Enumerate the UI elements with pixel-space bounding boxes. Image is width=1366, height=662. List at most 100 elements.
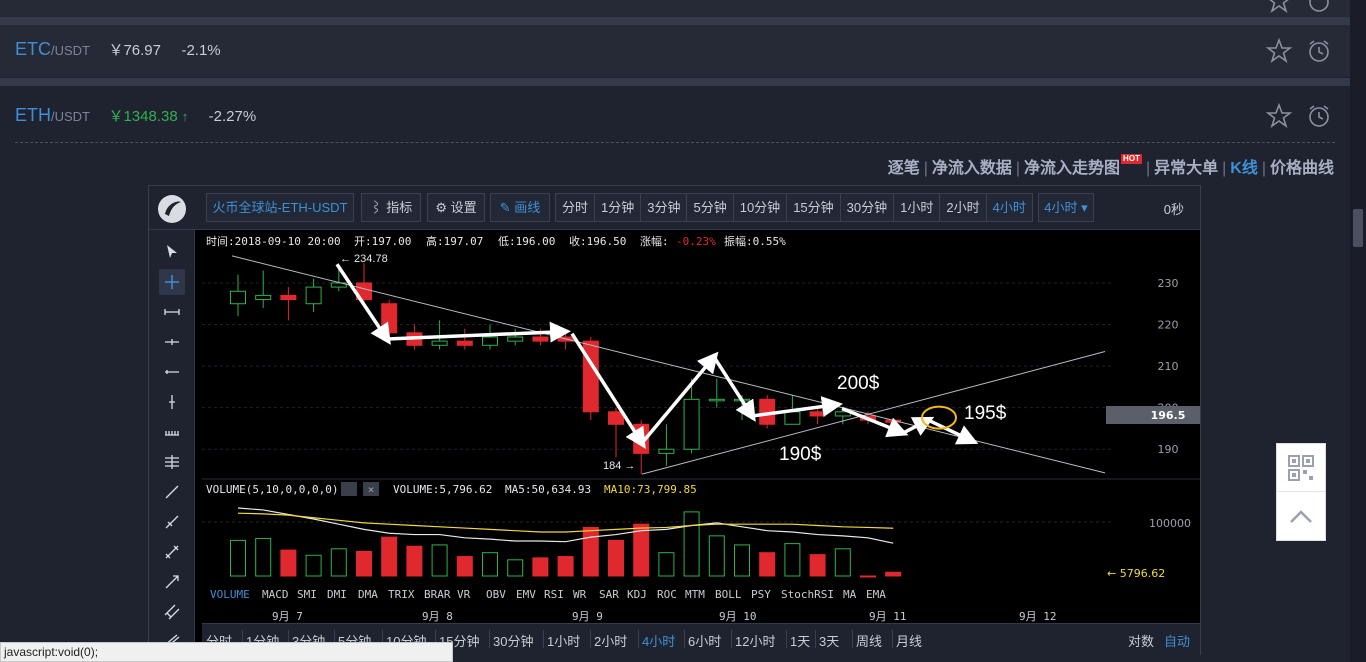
cursor-tool[interactable]: [159, 239, 185, 265]
link-kline[interactable]: K线: [1230, 160, 1258, 177]
ray-diag-tool[interactable]: [159, 509, 185, 535]
indicator-tab-emv[interactable]: EMV: [516, 588, 536, 601]
channel-tool[interactable]: [159, 599, 185, 625]
bottom-tab-8[interactable]: 2小时: [594, 631, 627, 650]
star-icon[interactable]: [1266, 103, 1292, 129]
indicator-tab-ema[interactable]: EMA: [866, 588, 886, 601]
volume-bar: [683, 511, 700, 577]
bottom-tab-11[interactable]: 12小时: [735, 631, 775, 650]
kline-chart[interactable]: 时间:2018-09-10 20:00 开:197.00 高:197.07 低:…: [202, 230, 1200, 584]
indicator-tab-roc[interactable]: ROC: [657, 588, 677, 601]
browser-status-bar: javascript:void(0);: [0, 642, 453, 662]
market-select[interactable]: 火币全球站-ETH-USDT: [206, 193, 354, 222]
alarm-clock-icon[interactable]: [1306, 103, 1332, 129]
indicator-tab-dma[interactable]: DMA: [358, 588, 378, 601]
interval-dropdown-label: 4小时: [1044, 200, 1078, 215]
pair-row-etc[interactable]: ETC/USDT ￥76.97 -2.1%: [0, 25, 1350, 77]
info-open: 开:197.00: [354, 235, 411, 248]
arrow-tool[interactable]: [159, 569, 185, 595]
pair-symbol[interactable]: ETH: [15, 105, 51, 125]
indicator-tab-sar[interactable]: SAR: [599, 588, 619, 601]
bottom-tab-13[interactable]: 3天: [819, 631, 839, 650]
candle-body: [482, 336, 498, 346]
ray-tool[interactable]: [159, 329, 185, 355]
date-tick: 9月 11: [869, 610, 907, 623]
trend-line-tool[interactable]: [159, 479, 185, 505]
star-icon[interactable]: [1266, 0, 1292, 14]
bottom-tab-7[interactable]: 1小时: [547, 631, 580, 650]
interval-1[interactable]: 1分钟: [595, 194, 642, 221]
auto-scale-toggle[interactable]: 自动: [1164, 631, 1190, 650]
interval-8[interactable]: 2小时: [940, 194, 987, 221]
indicator-tab-boll[interactable]: BOLL: [715, 588, 742, 601]
indicator-tab-smi[interactable]: SMI: [297, 588, 317, 601]
line-segment-tool[interactable]: [159, 359, 185, 385]
volume-axis-label: 100000: [1149, 517, 1191, 530]
bottom-tab-6[interactable]: 30分钟: [493, 631, 533, 650]
qr-code-button[interactable]: [1277, 444, 1325, 492]
price-line-tool[interactable]: [159, 419, 185, 445]
bottom-tab-9[interactable]: 4小时: [642, 631, 675, 650]
chevron-up-icon: [1290, 510, 1312, 523]
pencil-icon: ✎: [499, 200, 515, 215]
draw-button[interactable]: ✎ 画线: [490, 193, 550, 222]
link-net-inflow[interactable]: 净流入数据: [932, 160, 1012, 177]
qr-code-icon: [1288, 454, 1314, 481]
interval-3[interactable]: 5分钟: [687, 194, 734, 221]
indicator-tab-psy[interactable]: PSY: [751, 588, 771, 601]
indicator-tab-dmi[interactable]: DMI: [327, 588, 347, 601]
interval-dropdown[interactable]: 4小时 ▾: [1038, 193, 1094, 222]
hline-tool[interactable]: [159, 299, 185, 325]
back-to-top-button[interactable]: [1277, 493, 1325, 541]
volume-bar: [406, 545, 423, 577]
interval-6[interactable]: 30分钟: [841, 194, 895, 221]
crosshair-tool[interactable]: [159, 269, 185, 295]
indicator-button[interactable]: ⌇ 指标: [361, 193, 421, 222]
pair-price: ￥76.97: [108, 42, 161, 59]
pair-price: ￥1348.38: [108, 108, 178, 125]
log-scale-toggle[interactable]: 对数: [1128, 631, 1154, 650]
pair-symbol[interactable]: ETC: [15, 39, 51, 59]
vline-tool[interactable]: [159, 389, 185, 415]
indicator-tab-vr[interactable]: VR: [457, 588, 470, 601]
indicator-tab-mtm[interactable]: MTM: [685, 588, 705, 601]
bottom-tab-14[interactable]: 周线: [856, 631, 882, 650]
interval-9[interactable]: 4小时: [987, 194, 1032, 221]
alarm-clock-icon[interactable]: [1306, 38, 1332, 64]
indicator-tab-wr[interactable]: WR: [573, 588, 586, 601]
indicator-tab-trix[interactable]: TRIX: [388, 588, 415, 601]
link-large-orders[interactable]: 异常大单: [1154, 160, 1218, 177]
indicator-tab-ma[interactable]: MA: [843, 588, 856, 601]
indicator-tab-stochrsi[interactable]: StochRSI: [781, 588, 834, 601]
segment-diag-tool[interactable]: [159, 539, 185, 565]
bottom-tab-12[interactable]: 1天: [790, 631, 810, 650]
indicator-tab-macd[interactable]: MACD: [262, 588, 289, 601]
star-icon[interactable]: [1266, 38, 1292, 64]
interval-4[interactable]: 10分钟: [734, 194, 788, 221]
candle-body: [255, 294, 272, 301]
interval-7[interactable]: 1小时: [894, 194, 941, 221]
interval-0[interactable]: 分时: [556, 194, 596, 221]
indicator-tab-volume[interactable]: VOLUME: [210, 588, 250, 601]
bottom-tab-15[interactable]: 月线: [896, 631, 922, 650]
parallel-tool[interactable]: [159, 449, 185, 475]
scroll-thumb[interactable]: [1353, 209, 1363, 247]
link-price-curve[interactable]: 价格曲线: [1270, 160, 1334, 177]
indicator-tab-brar[interactable]: BRAR: [424, 588, 451, 601]
info-amplitude: 振幅:0.55%: [724, 234, 786, 248]
volume-bar: [885, 571, 902, 577]
alarm-clock-icon[interactable]: [1306, 0, 1332, 14]
link-trades[interactable]: 逐笔: [888, 160, 920, 177]
page-scrollbar[interactable]: [1350, 0, 1366, 662]
interval-5[interactable]: 15分钟: [787, 194, 841, 221]
indicator-tab-rsi[interactable]: RSI: [544, 588, 564, 601]
pair-row-eth[interactable]: ETH/USDT ￥1348.38 ↑ -2.27%: [0, 86, 1350, 146]
interval-2[interactable]: 3分钟: [641, 194, 688, 221]
indicator-tab-obv[interactable]: OBV: [486, 588, 506, 601]
volume-settings-icon[interactable]: [341, 482, 357, 496]
volume-ma10: MA10:73,799.85: [604, 483, 697, 496]
settings-button[interactable]: ⚙ 设置: [427, 193, 485, 222]
indicator-tab-kdj[interactable]: KDJ: [627, 588, 647, 601]
link-net-inflow-trend[interactable]: 净流入走势图: [1024, 160, 1120, 177]
bottom-tab-10[interactable]: 6小时: [688, 631, 721, 650]
